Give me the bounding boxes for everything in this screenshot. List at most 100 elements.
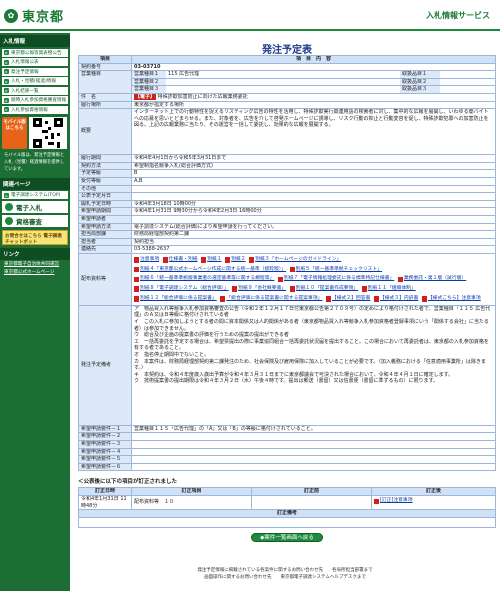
value-open: 令和4年3月18日 10時00分: [131, 199, 496, 209]
label-req3: 希望申請要件－３: [78, 440, 132, 449]
mobile-button[interactable]: モバイル版はこちら: [2, 116, 27, 149]
dept-code-2: [166, 79, 400, 86]
list-icon: ▸: [4, 88, 9, 93]
value-announce: [131, 192, 496, 201]
label-req5: 希望申請要件－５: [78, 455, 132, 464]
sidebar-item-order-plan[interactable]: ▸ 発注予定情報: [2, 67, 68, 76]
attachment-link[interactable]: 【様式３】内訳書: [373, 295, 418, 303]
sidebar-help-title: 関連ページ: [0, 177, 70, 190]
amend-table: 訂正日時 訂正項目 訂正前 訂正後 令和4年1月31日 11時48分 配布資料等…: [78, 487, 496, 528]
attachment-link[interactable]: 別紙４「東京都公式ホームページ作成に関する統一基準（抜粋版）」: [134, 266, 286, 274]
attachment-link[interactable]: 別紙８「電子調達システム（総合評価）」: [134, 285, 229, 293]
value-contact: 03-5388-2637: [131, 245, 496, 254]
pdf-icon: [162, 257, 168, 263]
value-applicant: [131, 214, 496, 224]
dept-code-1: 115 広告代理: [168, 71, 200, 78]
value-req5: [131, 455, 496, 464]
attachment-link[interactable]: 別紙１２「総合評価に係る提案書」: [134, 295, 217, 303]
value-apply-method: 電子調達システム(総合評価)により希望申請を行ってください。: [131, 222, 496, 232]
attachment-link[interactable]: 別紙９「会社概要書」: [232, 285, 286, 293]
attachment-label: 別紙８「電子調達システム（総合評価）」: [140, 286, 229, 292]
label-contact: 連絡先: [78, 245, 132, 254]
pdf-icon: [134, 296, 139, 302]
attachment-label: 別紙９「会社概要書」: [238, 286, 287, 292]
value-docs: 注意事項 仕様書・別紙 別紙１ 別紙２ 別紙３「ホームページのガイドライン」 別…: [131, 252, 496, 306]
sidebar-item-qualification-info[interactable]: ▸ 入札参加資格情報: [2, 105, 68, 114]
attachment-link[interactable]: 別紙２: [225, 256, 246, 264]
value-notes: ア 物品買入れ等競争入札参加資格審査の公告（令和２年１２月１７日付東京都公告第２…: [131, 304, 496, 426]
sidebar-item-label: 入札結果一覧: [11, 88, 39, 94]
amend-item: 配布資料等 １０: [131, 495, 252, 511]
list-icon: ▸: [4, 107, 9, 112]
qualification-button[interactable]: 資格審査: [2, 215, 68, 227]
attachment-link[interactable]: 仕様書・別紙: [162, 256, 198, 264]
label-dept: 営業種目: [78, 70, 132, 94]
label-req4: 希望申請要件－４: [78, 447, 132, 457]
attachment-link[interactable]: 業務委託・第１版（試行版）: [397, 275, 467, 283]
attachment-label: 別紙４「東京都公式ホームページ作成に関する統一基準（抜粋版）」: [140, 266, 287, 272]
qr-code-icon: [29, 116, 67, 149]
attachment-label: 「総合評価に係る提案書に関する提案事項」: [226, 295, 323, 301]
link-tokyo-official[interactable]: 東京都公式ホームページ: [0, 268, 70, 276]
attachment-link[interactable]: 別紙１１「組織体制」: [361, 285, 416, 293]
rank-label-1: 取扱品目１: [400, 71, 440, 78]
sidebar-item-public-notice[interactable]: ▸ 東京都公報等発表物公告: [2, 48, 68, 57]
rank-value-1: [440, 72, 495, 78]
doc-icon: [5, 217, 13, 225]
home-icon: ⌂: [4, 192, 9, 198]
attachment-label: 別紙５「統一基準準拠チェックリスト」: [295, 266, 383, 272]
amend-title: ＜公表後に以下の項目が訂正されました: [78, 479, 178, 486]
pdf-icon: [232, 286, 238, 292]
label-req1: 希望申請要件－１: [78, 424, 132, 434]
value-req1: 営業種目１１５「広告代理」の「A」又は「B」の等級に格付けされていること。: [131, 424, 496, 434]
attachment-link[interactable]: 別紙５「統一基準準拠チェックリスト」: [289, 266, 383, 274]
link-e-government[interactable]: 東京都電子自治体共同運営: [0, 260, 70, 268]
e-bid-button[interactable]: 電子入札: [2, 201, 68, 213]
sidebar-item-label: 東京都公報等発表物公告: [11, 50, 62, 56]
dept-code-3: [166, 86, 400, 92]
list-icon: ▸: [4, 69, 9, 74]
attachment-link[interactable]: 別紙１０「提案書作成要領」: [289, 285, 358, 293]
label-apply-method: 希望申請方法: [78, 222, 132, 232]
rank-value-2: [440, 79, 495, 86]
attachment-link[interactable]: [訂正]注意事項: [374, 498, 413, 505]
label-subject: 件 名: [78, 92, 132, 102]
amend-after[interactable]: [訂正]注意事項: [371, 495, 496, 511]
amend-header-after: 訂正後: [371, 487, 496, 497]
value-dept: 営業種目１ 115 広告代理 取扱品目１ 営業種目２ 取扱品目２ 営業種目３ 取…: [131, 70, 496, 94]
sidebar-item-bid-progress[interactable]: ▸ 入札・見積(経過)情報: [2, 77, 68, 85]
attachment-link[interactable]: 別紙７「電子情報処理委託に係る標準特記仕様書」: [277, 275, 394, 283]
attachment-link[interactable]: 別紙３「ホームページのガイドライン」: [249, 256, 341, 264]
attachment-label: 別紙２: [231, 256, 246, 262]
sidebar-item-qualification-review[interactable]: ▸ 随時入札参加資格審査情報: [2, 96, 68, 104]
attachment-link[interactable]: 別紙１: [201, 256, 222, 264]
attachment-link[interactable]: 注意事項: [134, 256, 159, 264]
attachment-link[interactable]: 【様式こちら】注意事項: [421, 295, 481, 303]
attachment-label: 業務委託・第１版（試行版）: [403, 276, 467, 282]
pdf-icon: [249, 257, 255, 263]
pdf-icon: [220, 296, 226, 302]
e-bid-label: 電子入札: [16, 204, 42, 212]
e-tag-badge: 【電子】: [134, 93, 157, 100]
label-req6: 希望申請要件－６: [78, 462, 132, 472]
chatbot-button[interactable]: お問合せはこちら 電子調達チャットボット: [2, 230, 68, 245]
sidebar-item-procurement-top[interactable]: ⌂ 電子調達システム(TOP): [2, 191, 68, 199]
sidebar-item-label: 入札情報公表: [11, 60, 39, 65]
value-period: 令和4年4月1日から令和5年3月31日まで: [131, 154, 496, 163]
dept-name-2: 営業種目２: [132, 78, 166, 86]
label-other: その他: [78, 184, 132, 194]
rank-label-2: 取扱品目２: [400, 78, 440, 86]
attachment-link[interactable]: 【様式２】回答書: [325, 295, 370, 303]
attachment-link[interactable]: 別紙６「統一基準準拠版事業者の選定基準等に関する規程等」: [134, 275, 274, 283]
dept-name-3: 営業種目３: [132, 86, 166, 93]
pdf-icon: [361, 286, 367, 292]
pdf-icon: [277, 276, 283, 283]
amend-remark: [78, 516, 496, 528]
sidebar-item-bid-results[interactable]: ▸ 入札結果一覧: [2, 86, 68, 95]
sidebar-item-bid-info[interactable]: ▸ 入札情報公表: [2, 58, 68, 66]
back-to-list-button[interactable]: ◆案件一覧画面へ戻る: [251, 532, 323, 542]
list-icon: ▸: [4, 59, 9, 65]
attachment-link[interactable]: 「総合評価に係る提案書に関する提案事項」: [220, 295, 322, 303]
tokyo-logo[interactable]: ✿ 東京都: [4, 6, 64, 25]
label-grade2: 受付等級: [78, 176, 132, 186]
